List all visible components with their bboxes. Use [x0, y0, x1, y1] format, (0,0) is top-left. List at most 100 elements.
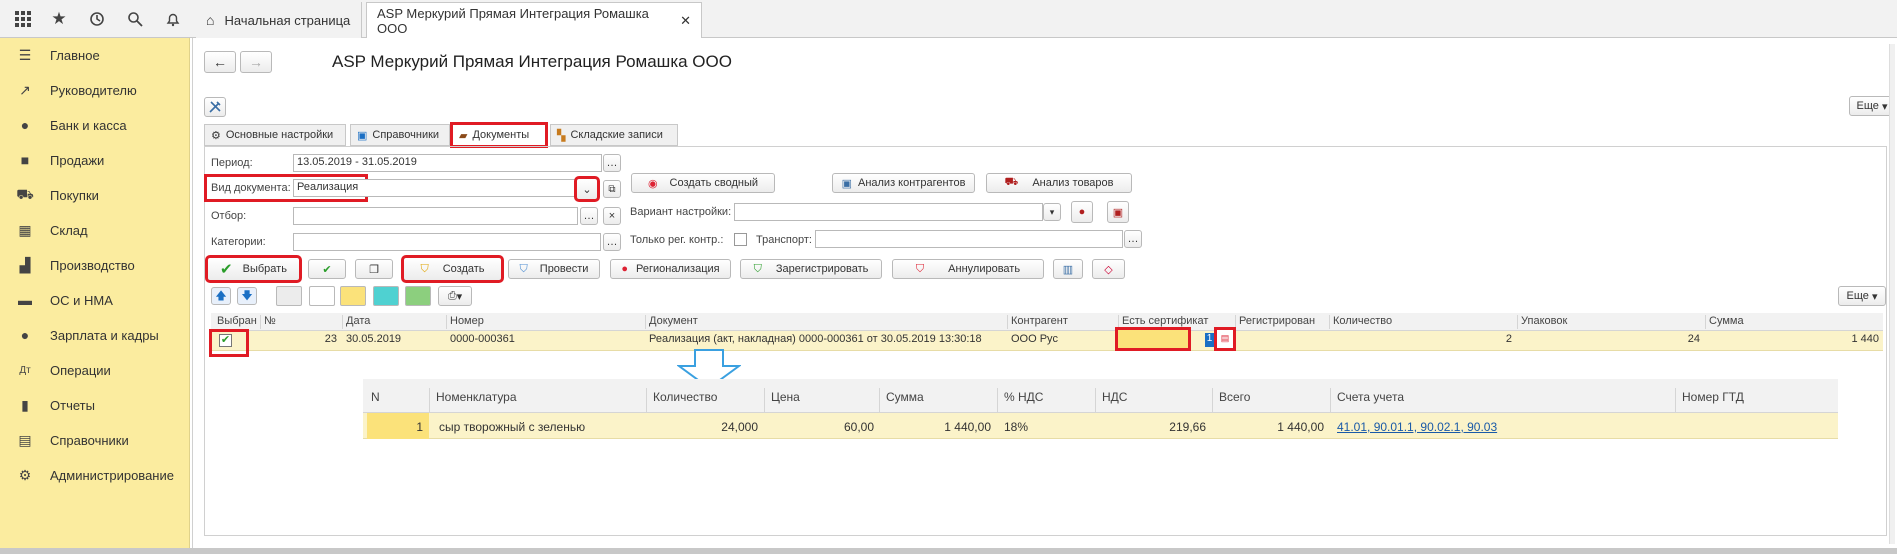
- open-icon[interactable]: ⧉: [603, 180, 621, 198]
- apps-grid-icon[interactable]: [10, 6, 36, 32]
- sub-col-item: Номенклатура: [429, 388, 517, 412]
- sidebar-item-production[interactable]: ▟ Производство: [0, 250, 190, 280]
- sub-row-sum: 1 440,00: [944, 420, 991, 434]
- col-packs: Упаковок: [1517, 315, 1567, 329]
- color-green-button[interactable]: [405, 286, 431, 306]
- col-qty: Количество: [1329, 315, 1392, 329]
- filter-field[interactable]: [293, 207, 578, 225]
- briefcase-icon: ▰: [459, 129, 468, 142]
- print-button[interactable]: ⎙ ▾: [438, 286, 472, 306]
- register-button[interactable]: ⛉ Зарегистрировать: [740, 259, 882, 279]
- tools-icon[interactable]: [204, 97, 226, 117]
- shield-red-icon: ⛉: [915, 262, 925, 275]
- vertical-scrollbar[interactable]: [1889, 44, 1895, 544]
- sidebar-item-main[interactable]: ☰ Главное: [0, 40, 190, 70]
- star-icon[interactable]: ★: [46, 6, 72, 32]
- col-contractor: Контрагент: [1007, 315, 1068, 329]
- tab-documents[interactable]: ▰ Документы: [450, 122, 548, 148]
- top-bar: ★ ⌂ Начальная страница ASP Меркурий Прям…: [0, 0, 1897, 38]
- tab-catalogs[interactable]: ▣ Справочники: [350, 124, 450, 146]
- cert-document-icon[interactable]: ▤: [1214, 327, 1236, 351]
- variant-field[interactable]: [734, 203, 1043, 221]
- tab-home[interactable]: ⌂ Начальная страница: [196, 2, 362, 38]
- sidebar-item-sales[interactable]: ■ Продажи: [0, 145, 190, 175]
- delete-button[interactable]: ▥: [1053, 259, 1083, 279]
- color-gray-button[interactable]: [276, 286, 302, 306]
- copy-icon: ❐: [369, 263, 379, 276]
- sub-row-qty: 24,000: [721, 420, 758, 434]
- regionalize-button[interactable]: ● Регионализация: [610, 259, 731, 279]
- cert-cell-highlight: [1115, 327, 1191, 351]
- arrow-up-icon: 🡅: [215, 289, 227, 302]
- more-button-grid[interactable]: Еще ▾: [1838, 286, 1886, 306]
- delete-settings-icon[interactable]: ●: [1071, 201, 1093, 223]
- sub-row-accounts-link[interactable]: 41.01, 90.01.1, 90.02.1, 90.03: [1337, 420, 1497, 434]
- table-row[interactable]: ✔ 23 30.05.2019 0000-000361 Реализация (…: [209, 327, 1883, 357]
- tab-asp-mercury[interactable]: ASP Меркурий Прямая Интеграция Ромашка О…: [366, 2, 702, 38]
- sidebar-item-manager[interactable]: ↗ Руководителю: [0, 75, 190, 105]
- sidebar-item-reports[interactable]: ▮ Отчеты: [0, 390, 190, 420]
- analyze-goods-button[interactable]: ⛟ Анализ товаров: [986, 173, 1132, 193]
- trend-icon: ↗: [19, 81, 31, 98]
- period-field[interactable]: 13.05.2019 - 31.05.2019: [293, 154, 602, 172]
- filter-select-button[interactable]: …: [580, 207, 598, 225]
- sidebar-item-warehouse[interactable]: ▦ Склад: [0, 215, 190, 245]
- sidebar-item-purchases[interactable]: ⛟ Покупки: [0, 180, 190, 210]
- sidebar-item-bank[interactable]: ● Банк и касса: [0, 110, 190, 140]
- forward-button[interactable]: →: [240, 51, 272, 73]
- clear-button[interactable]: ◇: [1092, 259, 1125, 279]
- more-label: Еще: [1856, 100, 1879, 112]
- tab-warehouse-records[interactable]: ▚ Складские записи: [550, 124, 678, 146]
- category-label: Категории:: [211, 236, 266, 248]
- summary-icon: ◉: [647, 177, 658, 190]
- cart-icon: ⛟: [1004, 176, 1019, 188]
- cancel-doc-button[interactable]: ⛉ Аннулировать: [892, 259, 1044, 279]
- move-up-button[interactable]: 🡅: [211, 287, 231, 305]
- check-all-button[interactable]: ✔: [308, 259, 346, 279]
- back-button[interactable]: ←: [204, 51, 236, 73]
- select-button[interactable]: ✔ Выбрать: [205, 255, 302, 283]
- filter-clear-button[interactable]: ×: [603, 207, 621, 225]
- row-contractor: ООО Рус: [1011, 333, 1058, 345]
- sidebar-item-admin[interactable]: ⚙ Администрирование: [0, 460, 190, 490]
- close-icon[interactable]: ✕: [680, 13, 691, 29]
- tab-main-settings[interactable]: ⚙ Основные настройки: [204, 124, 346, 146]
- coin-icon: ●: [20, 117, 30, 133]
- color-yellow-button[interactable]: [340, 286, 366, 306]
- sidebar-item-salary[interactable]: ● Зарплата и кадры: [0, 320, 190, 350]
- sidebar-item-assets[interactable]: ▬ ОС и НМА: [0, 285, 190, 315]
- book-icon: ▤: [18, 431, 32, 448]
- only-reg-checkbox[interactable]: [734, 233, 747, 246]
- copy-button[interactable]: ❐: [355, 259, 393, 279]
- variant-dropdown-button[interactable]: ▾: [1043, 203, 1061, 221]
- save-icon[interactable]: ▣: [1107, 201, 1129, 223]
- color-white-button[interactable]: [309, 286, 335, 306]
- create-button[interactable]: ⛉ Создать: [401, 255, 504, 283]
- doc-type-field[interactable]: Реализация: [293, 179, 578, 197]
- bell-icon[interactable]: [160, 6, 186, 32]
- bag-icon: ■: [20, 152, 30, 168]
- sidebar-item-operations[interactable]: Дт Операции: [0, 355, 190, 385]
- sidebar-item-label: Производство: [50, 257, 135, 273]
- row-packs: 24: [1687, 333, 1700, 345]
- trash-icon: ▥: [1062, 263, 1074, 276]
- move-down-button[interactable]: 🡇: [237, 287, 257, 305]
- transport-field[interactable]: [815, 230, 1123, 248]
- search-icon[interactable]: [122, 6, 148, 32]
- analyze-contractors-button[interactable]: ▣ Анализ контрагентов: [832, 173, 975, 193]
- subtable-row[interactable]: 1 сыр творожный с зеленью 24,000 60,00 1…: [363, 413, 1838, 439]
- category-select-button[interactable]: …: [603, 233, 621, 251]
- post-button[interactable]: ⛉ Провести: [508, 259, 600, 279]
- create-summary-button[interactable]: ◉ Создать сводный: [631, 173, 775, 193]
- sidebar-item-catalogs[interactable]: ▤ Справочники: [0, 425, 190, 455]
- category-field[interactable]: [293, 233, 601, 251]
- history-icon[interactable]: [84, 6, 110, 32]
- sidebar-item-label: Администрирование: [50, 467, 174, 483]
- transport-select-button[interactable]: …: [1124, 230, 1142, 248]
- eraser-icon: ◇: [1104, 263, 1113, 276]
- period-select-button[interactable]: …: [603, 154, 621, 172]
- horizontal-scrollbar[interactable]: [0, 548, 1897, 554]
- shield-icon: ⛉: [519, 262, 528, 275]
- doc-type-dropdown-button[interactable]: ⌄: [574, 176, 600, 202]
- color-cyan-button[interactable]: [373, 286, 399, 306]
